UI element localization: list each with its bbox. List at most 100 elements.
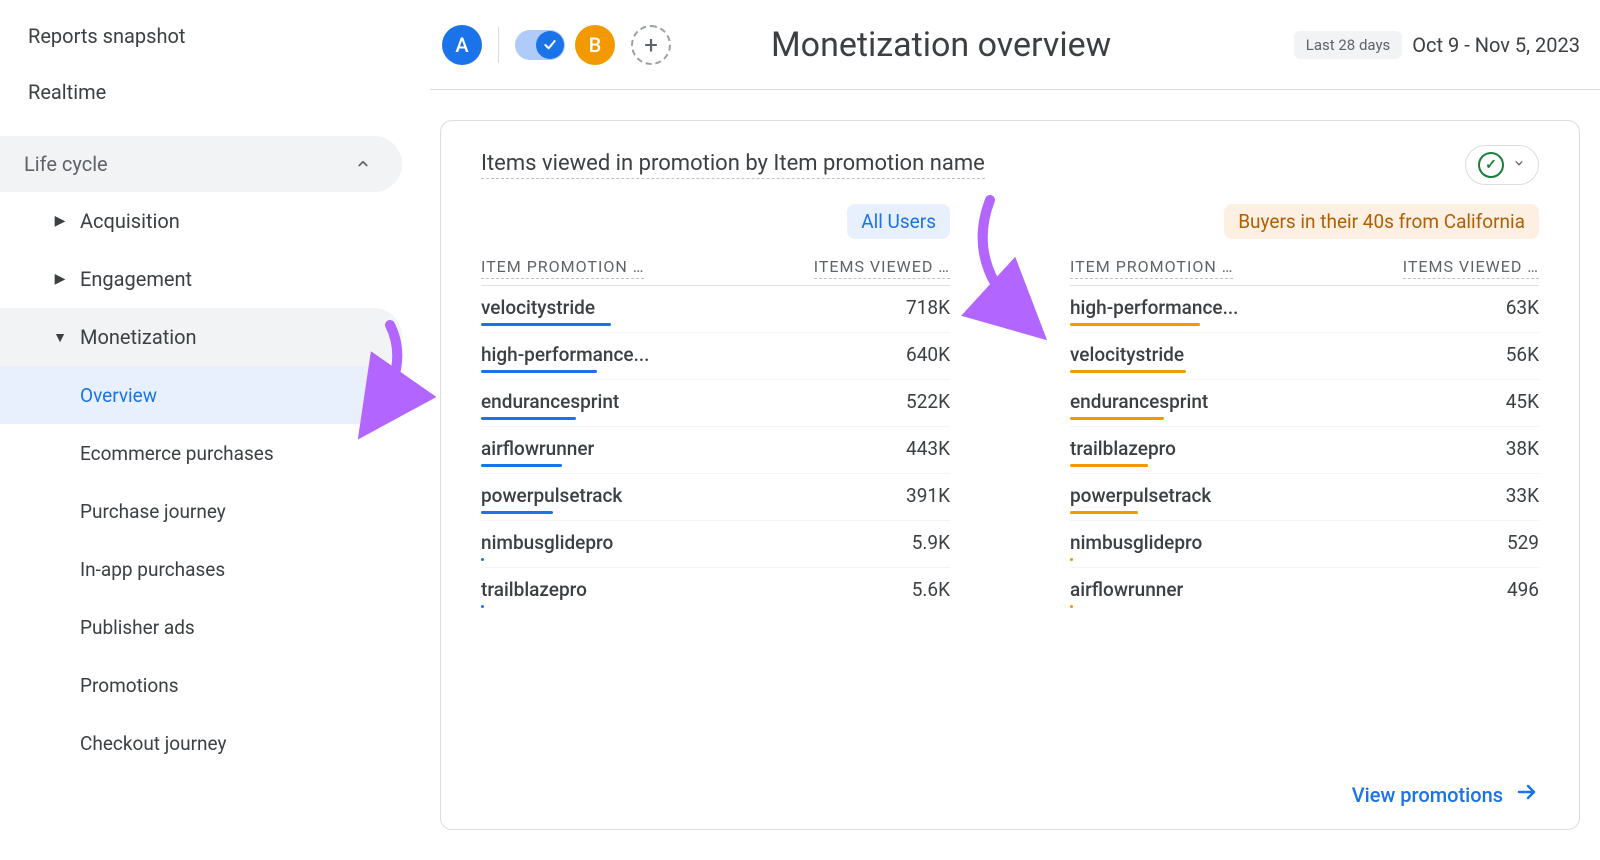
table-row[interactable]: airflowrunner443K [481, 426, 950, 473]
table-row[interactable]: velocitystride718K [481, 285, 950, 332]
row-promotion-name: high-performance... [1070, 296, 1506, 319]
sidebar-item-monetization[interactable]: ▼ Monetization [0, 308, 402, 366]
table-header: ITEM PROMOTION … ITEMS VIEWED … [1070, 249, 1539, 285]
table-row[interactable]: nimbusglidepro5.9K [481, 520, 950, 567]
row-bar [1070, 464, 1148, 467]
row-promotion-name: powerpulsetrack [481, 484, 906, 507]
row-items-viewed: 391K [906, 484, 950, 507]
row-items-viewed: 529 [1507, 531, 1539, 554]
row-promotion-name: nimbusglidepro [1070, 531, 1507, 554]
caret-right-icon: ▶ [50, 213, 70, 229]
chevron-up-icon [354, 155, 372, 173]
table-row[interactable]: velocitystride56K [1070, 332, 1539, 379]
sidebar-item-engagement[interactable]: ▶ Engagement [0, 250, 402, 308]
sidebar-section-life-cycle[interactable]: Life cycle [0, 136, 402, 192]
sidebar-item-acquisition[interactable]: ▶ Acquisition [0, 192, 402, 250]
segment-chip-a[interactable]: A [442, 25, 482, 65]
date-range-picker[interactable]: Last 28 days Oct 9 - Nov 5, 2023 [1294, 31, 1580, 59]
add-comparison-button[interactable]: + [631, 25, 671, 65]
page-header: A B + Monetization overview Last 28 days… [430, 0, 1600, 90]
row-bar [481, 558, 484, 561]
row-promotion-name: endurancesprint [481, 390, 906, 413]
row-bar [1070, 605, 1073, 608]
table-row[interactable]: powerpulsetrack33K [1070, 473, 1539, 520]
table-row[interactable]: endurancesprint522K [481, 379, 950, 426]
sidebar-item-in-app-purchases[interactable]: In-app purchases [0, 540, 402, 598]
row-items-viewed: 38K [1506, 437, 1539, 460]
row-items-viewed: 443K [906, 437, 950, 460]
chevron-down-icon [1512, 156, 1526, 174]
comparison-controls: A B + [442, 25, 671, 65]
sidebar-item-ecommerce-purchases[interactable]: Ecommerce purchases [0, 424, 402, 482]
row-promotion-name: high-performance... [481, 343, 906, 366]
sidebar-item-overview[interactable]: Overview [0, 366, 402, 424]
table-row[interactable]: endurancesprint45K [1070, 379, 1539, 426]
row-items-viewed: 33K [1506, 484, 1539, 507]
table-row[interactable]: airflowrunner496 [1070, 567, 1539, 614]
row-promotion-name: endurancesprint [1070, 390, 1506, 413]
caret-down-icon: ▼ [50, 329, 70, 346]
view-promotions-link[interactable]: View promotions [1352, 780, 1539, 809]
row-items-viewed: 63K [1506, 296, 1539, 319]
sidebar-item-purchase-journey[interactable]: Purchase journey [0, 482, 402, 540]
row-bar [481, 370, 597, 373]
row-items-viewed: 640K [906, 343, 950, 366]
arrow-right-icon [1515, 780, 1539, 809]
table-segment-b: Buyers in their 40s from California ITEM… [1070, 204, 1539, 614]
row-items-viewed: 5.9K [912, 531, 950, 554]
segment-chip-b[interactable]: B [575, 25, 615, 65]
row-promotion-name: airflowrunner [481, 437, 906, 460]
row-promotion-name: trailblazepro [1070, 437, 1506, 460]
date-range-label: Last 28 days [1294, 31, 1403, 59]
table-row[interactable]: nimbusglidepro529 [1070, 520, 1539, 567]
row-promotion-name: velocitystride [481, 296, 906, 319]
row-promotion-name: airflowrunner [1070, 578, 1507, 601]
page-title: Monetization overview [771, 25, 1111, 65]
row-promotion-name: trailblazepro [481, 578, 912, 601]
row-bar [1070, 370, 1186, 373]
col-items-viewed: ITEMS VIEWED … [1403, 257, 1539, 279]
sidebar-item-checkout-journey[interactable]: Checkout journey [0, 714, 402, 772]
row-bar [481, 511, 553, 514]
row-bar [1070, 417, 1164, 420]
table-row[interactable]: high-performance...640K [481, 332, 950, 379]
sidebar-item-publisher-ads[interactable]: Publisher ads [0, 598, 402, 656]
row-items-viewed: 522K [906, 390, 950, 413]
col-item-promotion: ITEM PROMOTION … [1070, 257, 1233, 279]
card-title[interactable]: Items viewed in promotion by Item promot… [481, 151, 985, 179]
sidebar-item-promotions[interactable]: Promotions [0, 656, 402, 714]
table-row[interactable]: high-performance...63K [1070, 285, 1539, 332]
table-header: ITEM PROMOTION … ITEMS VIEWED … [481, 249, 950, 285]
table-row[interactable]: trailblazepro5.6K [481, 567, 950, 614]
sidebar-item-reports-snapshot[interactable]: Reports snapshot [0, 8, 410, 64]
divider [498, 27, 499, 63]
row-items-viewed: 496 [1507, 578, 1539, 601]
row-bar [481, 605, 484, 608]
check-circle-icon: ✓ [1478, 152, 1504, 178]
row-items-viewed: 718K [906, 296, 950, 319]
row-bar [481, 323, 611, 326]
sidebar-item-realtime[interactable]: Realtime [0, 64, 410, 120]
col-items-viewed: ITEMS VIEWED … [814, 257, 950, 279]
col-item-promotion: ITEM PROMOTION … [481, 257, 644, 279]
row-items-viewed: 56K [1506, 343, 1539, 366]
plus-icon: + [644, 31, 658, 59]
table-row[interactable]: trailblazepro38K [1070, 426, 1539, 473]
segment-a-label: All Users [847, 204, 950, 239]
row-bar [481, 417, 576, 420]
date-range-value: Oct 9 - Nov 5, 2023 [1412, 33, 1580, 57]
compare-toggle[interactable] [515, 30, 565, 60]
row-items-viewed: 45K [1506, 390, 1539, 413]
row-promotion-name: velocitystride [1070, 343, 1506, 366]
sidebar-section-label: Life cycle [24, 152, 108, 176]
table-row[interactable]: powerpulsetrack391K [481, 473, 950, 520]
row-bar [481, 464, 562, 467]
check-icon [536, 31, 564, 59]
sidebar: Reports snapshot Realtime Life cycle ▶ A… [0, 0, 410, 860]
row-promotion-name: nimbusglidepro [481, 531, 912, 554]
caret-right-icon: ▶ [50, 271, 70, 287]
row-promotion-name: powerpulsetrack [1070, 484, 1506, 507]
row-bar [1070, 511, 1138, 514]
card-status-dropdown[interactable]: ✓ [1465, 145, 1539, 185]
segment-b-label: Buyers in their 40s from California [1224, 204, 1539, 239]
